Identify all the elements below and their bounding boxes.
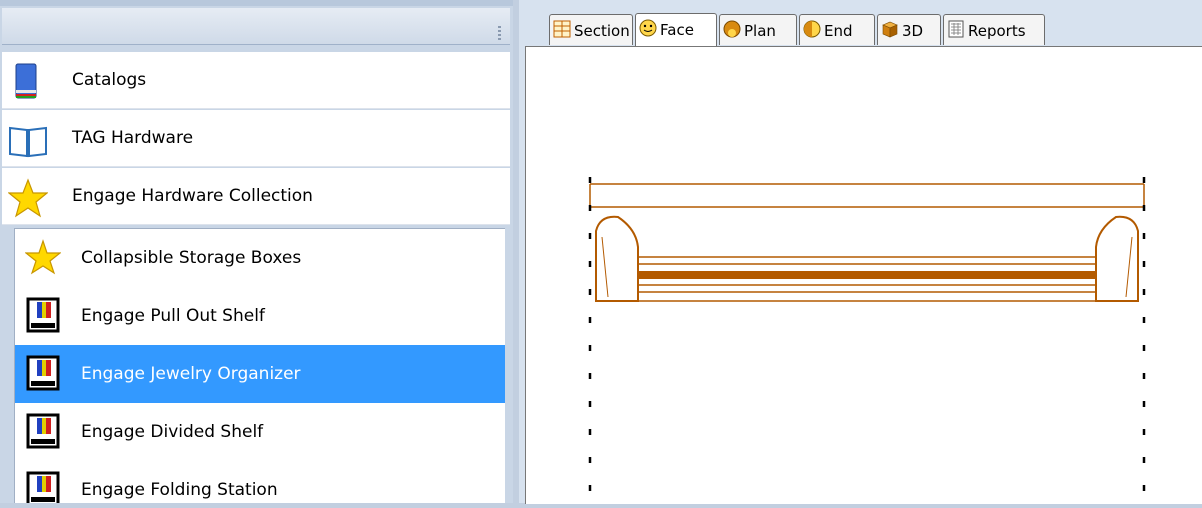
category-engage-hardware[interactable]: Engage Hardware Collection xyxy=(2,168,510,225)
face-icon xyxy=(639,19,657,37)
category-catalogs[interactable]: Catalogs xyxy=(2,52,510,109)
catalog-item-icon xyxy=(26,471,60,503)
list-item-selected[interactable]: Engage Jewelry Organizer xyxy=(15,345,505,403)
star-icon xyxy=(25,239,61,275)
book-blue-icon xyxy=(15,63,37,99)
list-item[interactable]: Collapsible Storage Boxes xyxy=(15,229,505,287)
tab-label: Plan xyxy=(744,22,776,40)
list-item[interactable]: Engage Pull Out Shelf xyxy=(15,287,505,345)
list-item[interactable]: Engage Folding Station xyxy=(15,461,505,503)
panel-header xyxy=(2,8,510,45)
section-icon xyxy=(553,20,571,38)
item-label: Engage Jewelry Organizer xyxy=(81,364,301,384)
plan-icon xyxy=(723,20,741,38)
item-label: Engage Folding Station xyxy=(81,480,278,500)
tab-label: 3D xyxy=(902,22,924,40)
tab-face[interactable]: Face xyxy=(635,13,717,46)
tab-3d[interactable]: 3D xyxy=(877,14,941,45)
category-label: TAG Hardware xyxy=(72,128,194,148)
tab-plan[interactable]: Plan xyxy=(719,14,797,45)
catalog-item-list[interactable]: Collapsible Storage Boxes Engage Pull Ou… xyxy=(14,228,505,503)
tab-label: Face xyxy=(660,21,694,39)
tab-section[interactable]: Section xyxy=(549,14,633,45)
panel-top-border xyxy=(0,0,513,6)
catalog-item-icon xyxy=(26,297,60,333)
tab-reports[interactable]: Reports xyxy=(943,14,1045,45)
item-label: Engage Divided Shelf xyxy=(81,422,264,442)
item-label: Collapsible Storage Boxes xyxy=(81,248,302,268)
catalog-panel: Catalogs TAG Hardware Engage Hardware Co… xyxy=(0,0,513,503)
star-icon xyxy=(8,178,48,218)
3d-box-icon xyxy=(882,21,898,38)
tab-label: End xyxy=(824,22,853,40)
shelf-rail xyxy=(638,271,1096,279)
end-icon xyxy=(803,20,821,38)
resize-grip[interactable] xyxy=(498,26,501,42)
face-view-canvas[interactable] xyxy=(525,46,1202,504)
list-item[interactable]: Engage Divided Shelf xyxy=(15,403,505,461)
category-label: Engage Hardware Collection xyxy=(72,186,313,206)
category-label: Catalogs xyxy=(72,70,147,90)
item-label: Engage Pull Out Shelf xyxy=(81,306,265,326)
drawing-panel: Section Face Plan End 3D Reports xyxy=(519,0,1202,504)
tab-label: Reports xyxy=(968,22,1026,40)
open-book-icon xyxy=(9,126,47,158)
face-view-drawing xyxy=(588,177,1146,504)
catalog-item-icon xyxy=(26,413,60,449)
tab-end[interactable]: End xyxy=(799,14,875,45)
catalog-item-icon xyxy=(26,355,60,391)
reports-icon xyxy=(948,20,964,38)
tab-label: Section xyxy=(574,22,630,40)
category-tag-hardware[interactable]: TAG Hardware xyxy=(2,110,510,167)
